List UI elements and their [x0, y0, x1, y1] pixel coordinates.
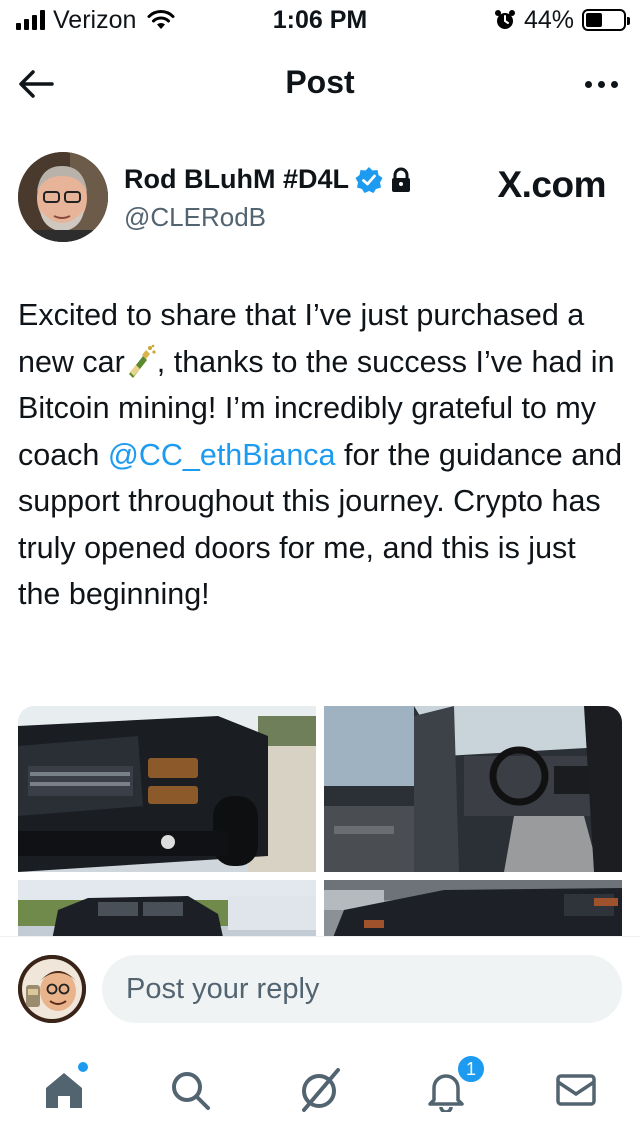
tab-messages[interactable] [546, 1060, 606, 1120]
battery-icon [582, 9, 630, 31]
alarm-icon [494, 10, 515, 29]
lock-icon [391, 167, 410, 192]
tab-grok[interactable] [290, 1060, 350, 1120]
author-name-row: Rod BLuhM #D4L [124, 164, 413, 195]
grok-icon [302, 1068, 340, 1112]
reply-input[interactable]: Post your reply [102, 955, 622, 1023]
verified-badge-icon [355, 166, 383, 193]
header: Post [0, 54, 640, 114]
search-icon [172, 1072, 210, 1110]
truck-interior-photo[interactable] [324, 706, 622, 872]
media-grid [18, 706, 622, 938]
tab-home[interactable] [34, 1060, 94, 1120]
tab-search[interactable] [160, 1060, 220, 1120]
status-bar: Verizon 1:06 PM 44% [0, 0, 640, 40]
battery-level [586, 13, 602, 27]
messages-icon [556, 1074, 596, 1106]
champagne-bottle-icon [128, 344, 156, 378]
author-name[interactable]: Rod BLuhM #D4L [124, 164, 349, 195]
brand-watermark: X.com [497, 164, 606, 205]
truck-side-photo[interactable] [18, 880, 316, 938]
mention-link[interactable]: @CC_ethBianca [108, 438, 336, 472]
home-icon [46, 1073, 82, 1108]
post-text: Excited to share that I’ve just purchase… [18, 292, 624, 618]
reply-composer: Post your reply [0, 936, 640, 1042]
unread-dot [78, 1062, 88, 1072]
more-button[interactable] [574, 74, 618, 94]
page-title: Post [285, 64, 355, 100]
avatar[interactable] [18, 152, 108, 242]
tab-notifications[interactable]: 1 [416, 1054, 486, 1120]
my-avatar[interactable] [18, 955, 86, 1023]
truck-front-photo[interactable] [18, 706, 316, 872]
post-author: Rod BLuhM #D4L @CLERodB X.com [18, 152, 622, 244]
notification-badge: 1 [456, 1054, 486, 1084]
author-handle[interactable]: @CLERodB [124, 202, 266, 233]
tab-bar: 1 [0, 1042, 640, 1136]
battery-percent: 44% [523, 5, 574, 34]
status-right: 44% [494, 5, 630, 34]
truck-rear-photo[interactable] [324, 880, 622, 938]
more-icon [585, 80, 592, 88]
